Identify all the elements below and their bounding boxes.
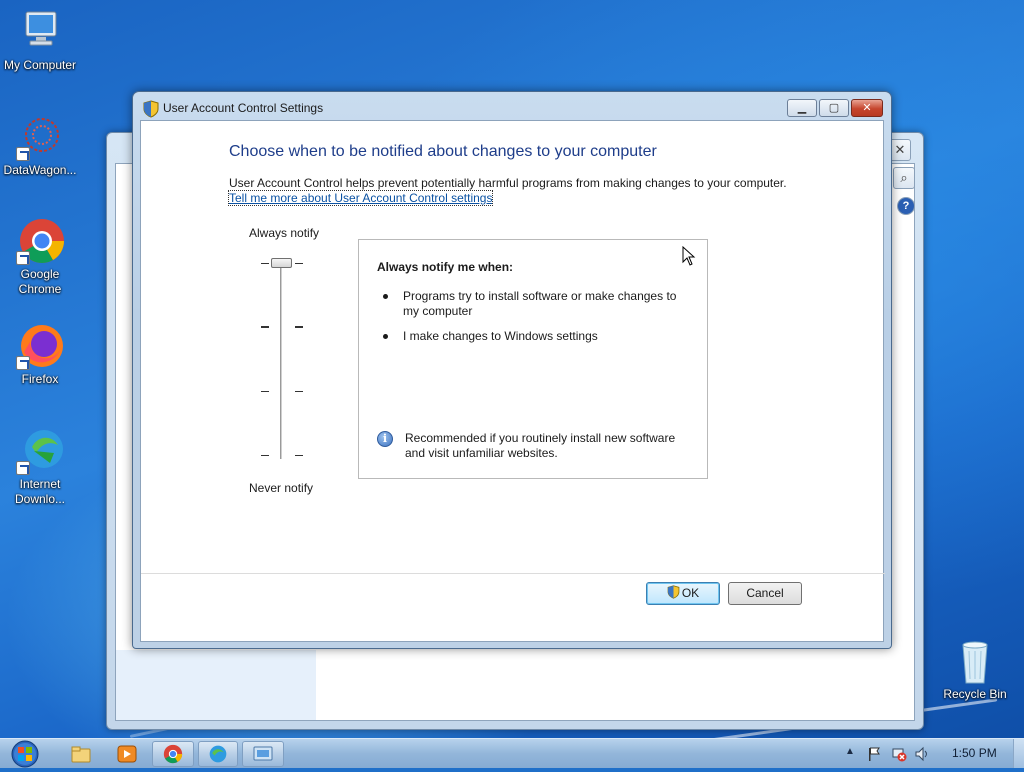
desktop-icon-my-computer[interactable]: My Computer <box>0 8 80 73</box>
firefox-icon <box>16 322 64 370</box>
shortcut-arrow-icon <box>16 356 30 370</box>
uac-shield-icon <box>667 585 680 599</box>
info-icon: i <box>377 431 393 447</box>
taskbar-clock[interactable]: 1:50 PM <box>952 746 997 760</box>
taskbar-explorer-button[interactable] <box>62 741 100 767</box>
explorer-icon <box>71 746 91 763</box>
cancel-button[interactable]: Cancel <box>728 582 802 605</box>
background-close-icon[interactable]: ✕ <box>889 139 911 161</box>
panel-bullet-item: I make changes to Windows settings <box>383 329 693 344</box>
window-title: User Account Control Settings <box>163 101 324 115</box>
action-center-flag-icon[interactable] <box>866 746 882 762</box>
bullet-text: I make changes to Windows settings <box>403 329 598 343</box>
recommendation-note: Recommended if you routinely install new… <box>405 431 676 460</box>
desktop-icon-recycle-bin[interactable]: Recycle Bin <box>935 637 1015 702</box>
desktop-icon-internet-download-manager[interactable]: Internet Downlo... <box>0 427 80 507</box>
notification-slider-track[interactable] <box>280 259 283 459</box>
chrome-icon <box>16 217 64 265</box>
control-panel-icon <box>253 746 273 761</box>
background-help-icon[interactable]: ? <box>897 197 915 215</box>
taskbar-idm-button[interactable] <box>198 741 238 767</box>
taskbar-media-player-button[interactable] <box>108 741 146 767</box>
bullet-icon <box>383 294 388 299</box>
slider-tick <box>261 326 269 328</box>
slider-top-label: Always notify <box>249 226 320 240</box>
slider-tick <box>295 326 303 328</box>
shortcut-arrow-icon <box>16 147 30 161</box>
maximize-button[interactable]: ▢ <box>819 99 849 117</box>
panel-heading: Always notify me when: <box>377 260 514 274</box>
desktop-icon-label: Recycle Bin <box>943 687 1007 701</box>
page-description: User Account Control helps prevent poten… <box>229 176 787 190</box>
computer-icon <box>16 8 64 56</box>
slider-tick <box>261 263 269 264</box>
level-description-panel: Always notify me when: Programs try to i… <box>358 239 708 479</box>
shortcut-arrow-icon <box>16 251 30 265</box>
bullet-icon <box>383 334 388 339</box>
desktop-icon-label: DataWagon... <box>3 163 77 177</box>
slider-tick <box>295 391 303 392</box>
chrome-icon <box>163 744 183 764</box>
slider-tick <box>295 263 303 264</box>
show-hidden-icons-chevron-icon[interactable]: ▲ <box>845 746 861 762</box>
desktop-wallpaper: My Computer DataWagon... Google Chrome F… <box>0 0 1024 738</box>
taskbar-chrome-button[interactable] <box>152 741 194 767</box>
slider-bottom-label: Never notify <box>249 481 314 495</box>
desktop-icon-google-chrome[interactable]: Google Chrome <box>0 217 80 297</box>
desktop-icon-datawagon[interactable]: DataWagon... <box>0 113 80 178</box>
bullet-text: Programs try to install software or make… <box>403 289 677 318</box>
background-nav-pane <box>116 650 316 720</box>
learn-more-link[interactable]: Tell me more about User Account Control … <box>227 190 494 206</box>
desktop-icon-firefox[interactable]: Firefox <box>0 322 80 387</box>
ok-button[interactable]: OK <box>646 582 720 605</box>
taskbar-control-panel-button[interactable] <box>242 741 284 767</box>
slider-tick <box>261 391 269 392</box>
uac-shield-icon <box>143 100 159 118</box>
minimize-button[interactable]: ▁ <box>787 99 817 117</box>
slider-tick <box>261 455 269 456</box>
uac-client-area: Choose when to be notified about changes… <box>140 120 885 642</box>
mouse-cursor-icon <box>682 246 696 266</box>
footer-divider <box>141 573 885 574</box>
panel-bullet-item: Programs try to install software or make… <box>383 289 693 319</box>
close-button[interactable]: ✕ <box>851 99 883 117</box>
desktop-icon-label: Google Chrome <box>18 267 62 296</box>
desktop-icon-label: My Computer <box>3 58 77 72</box>
slider-tick <box>295 455 303 456</box>
network-error-icon[interactable] <box>891 746 907 762</box>
datawagon-icon <box>16 113 64 161</box>
ok-button-label: OK <box>681 586 700 600</box>
idm-icon <box>16 427 64 475</box>
media-player-icon <box>117 745 137 763</box>
page-heading: Choose when to be notified about changes… <box>229 143 657 160</box>
desktop-icon-label: Firefox <box>21 372 59 386</box>
idm-icon <box>209 745 227 763</box>
background-search-icon[interactable]: ⌕ <box>893 167 915 189</box>
shortcut-arrow-icon <box>16 461 30 475</box>
notification-slider-thumb[interactable] <box>271 258 292 268</box>
uac-settings-window[interactable]: User Account Control Settings ▁ ▢ ✕ Choo… <box>132 91 892 649</box>
volume-icon[interactable] <box>914 746 930 762</box>
start-button[interactable] <box>8 739 42 769</box>
desktop-icon-label: Internet Downlo... <box>14 477 66 506</box>
recycle-bin-icon <box>951 637 999 685</box>
show-desktop-button[interactable] <box>1013 739 1024 768</box>
